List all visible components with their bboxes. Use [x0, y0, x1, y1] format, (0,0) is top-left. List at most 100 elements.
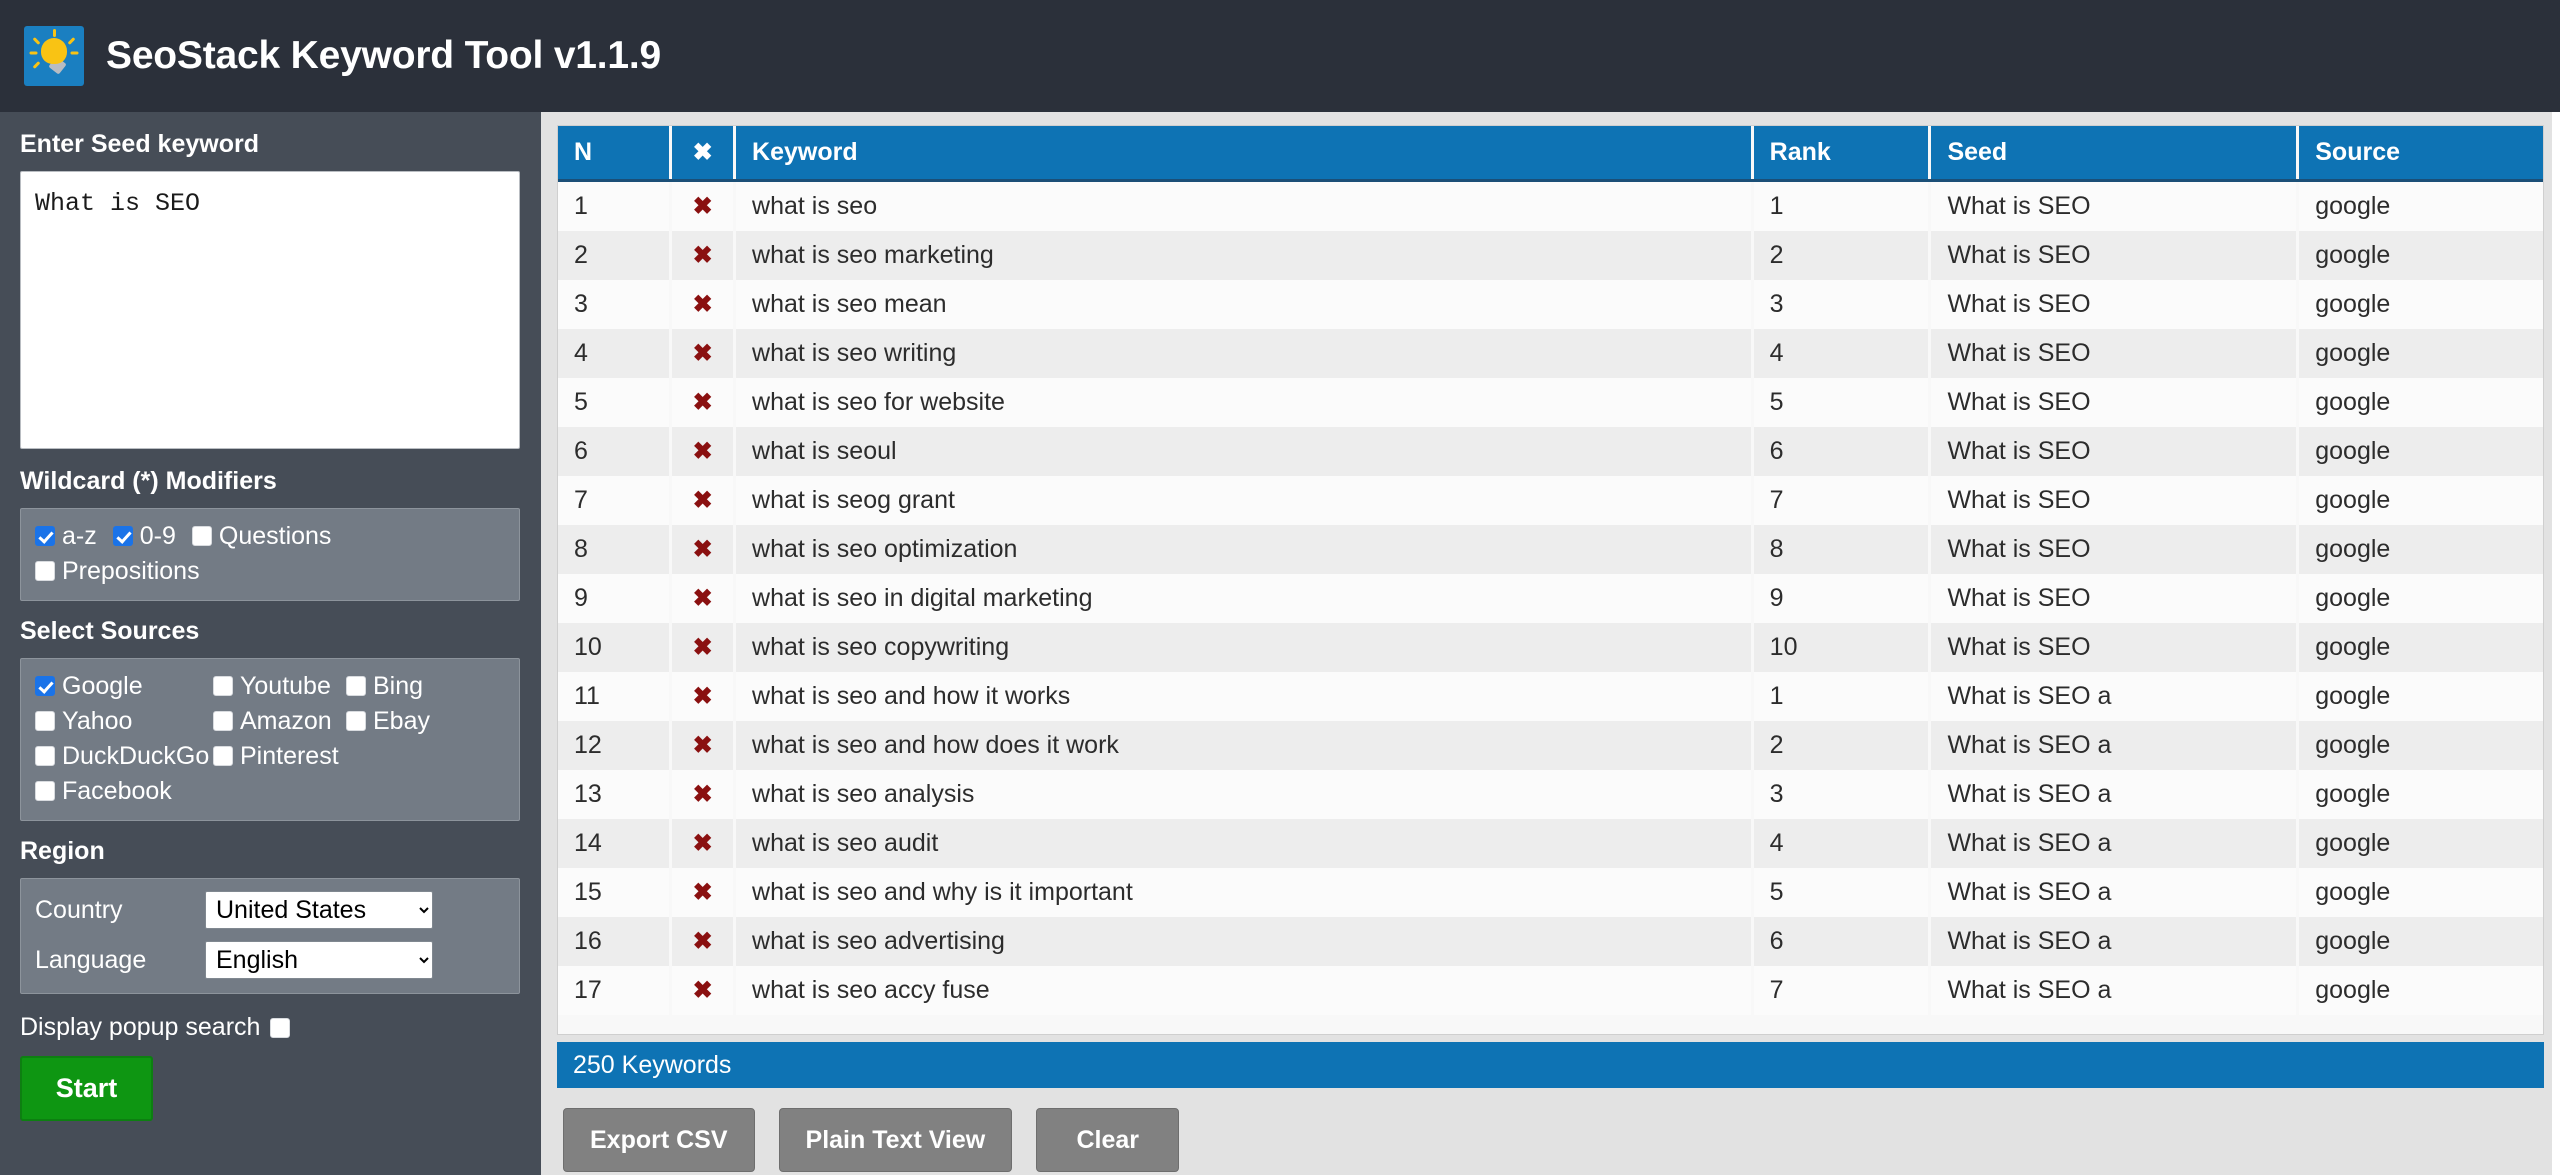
close-icon[interactable]: ✖: [693, 930, 713, 954]
checkbox-bing-box[interactable]: [346, 676, 366, 696]
checkbox-09[interactable]: 0-9: [112, 521, 176, 551]
close-icon[interactable]: ✖: [693, 538, 713, 562]
checkbox-google-box[interactable]: [35, 676, 55, 696]
display-popup-search-checkbox[interactable]: [270, 1017, 291, 1038]
close-icon[interactable]: ✖: [693, 293, 713, 317]
remove-row-button[interactable]: ✖: [670, 721, 737, 770]
remove-row-button[interactable]: ✖: [670, 329, 737, 378]
checkbox-duckduckgo-box[interactable]: [35, 746, 55, 766]
remove-row-button[interactable]: ✖: [670, 770, 737, 819]
remove-row-button[interactable]: ✖: [670, 819, 737, 868]
cell-keyword: what is seo and how it works: [734, 672, 1754, 721]
checkbox-ebay[interactable]: Ebay: [346, 706, 505, 736]
checkbox-yahoo[interactable]: Yahoo: [35, 706, 213, 736]
cell-rank: 9: [1752, 574, 1932, 623]
remove-row-button[interactable]: ✖: [670, 476, 737, 525]
remove-row-button[interactable]: ✖: [670, 180, 737, 231]
checkbox-facebook[interactable]: Facebook: [35, 776, 213, 806]
column-header-keyword[interactable]: Keyword: [734, 126, 1754, 182]
cell-seed: What is SEO: [1929, 329, 2300, 378]
cell-keyword: what is seo optimization: [734, 525, 1754, 574]
cell-n: 4: [558, 329, 673, 378]
checkbox-youtube[interactable]: Youtube: [213, 671, 346, 701]
close-icon[interactable]: ✖: [693, 141, 713, 165]
cell-seed: What is SEO: [1929, 427, 2300, 476]
checkbox-amazon-box[interactable]: [213, 711, 233, 731]
checkbox-az-box[interactable]: [35, 526, 55, 546]
checkbox-pinterest-box[interactable]: [213, 746, 233, 766]
table-row: 4 ✖ what is seo writing 4 What is SEO google: [558, 329, 2543, 378]
checkbox-yahoo-box[interactable]: [35, 711, 55, 731]
close-icon[interactable]: ✖: [693, 979, 713, 1003]
close-icon[interactable]: ✖: [693, 636, 713, 660]
close-icon[interactable]: ✖: [693, 440, 713, 464]
country-select[interactable]: United States: [205, 891, 433, 929]
close-icon[interactable]: ✖: [693, 244, 713, 268]
checkbox-duckduckgo[interactable]: DuckDuckGo: [35, 741, 213, 771]
table-header-row: N ✖ Keyword Rank Seed Source: [558, 126, 2543, 182]
close-icon[interactable]: ✖: [693, 391, 713, 415]
column-header-remove-all[interactable]: ✖: [670, 126, 737, 182]
remove-row-button[interactable]: ✖: [670, 574, 737, 623]
remove-row-button[interactable]: ✖: [670, 378, 737, 427]
export-csv-button[interactable]: Export CSV: [563, 1108, 755, 1172]
plain-text-view-button[interactable]: Plain Text View: [778, 1108, 1013, 1172]
column-header-n[interactable]: N: [558, 126, 673, 182]
remove-row-button[interactable]: ✖: [670, 427, 737, 476]
country-label: Country: [35, 895, 123, 924]
column-header-seed[interactable]: Seed: [1929, 126, 2300, 182]
start-button[interactable]: Start: [20, 1056, 153, 1121]
checkbox-youtube-box[interactable]: [213, 676, 233, 696]
column-header-rank[interactable]: Rank: [1752, 126, 1932, 182]
checkbox-09-box[interactable]: [112, 526, 133, 546]
close-icon[interactable]: ✖: [693, 734, 713, 758]
table-row: 6 ✖ what is seoul 6 What is SEO google: [558, 427, 2543, 476]
table-row: 7 ✖ what is seog grant 7 What is SEO google: [558, 476, 2543, 525]
checkbox-facebook-box[interactable]: [35, 781, 55, 801]
keyword-count-bar: 250 Keywords: [557, 1042, 2544, 1088]
close-icon[interactable]: ✖: [693, 685, 713, 709]
checkbox-questions-label: Questions: [218, 522, 332, 550]
close-icon[interactable]: ✖: [693, 832, 713, 856]
checkbox-prepositions-box[interactable]: [35, 561, 55, 581]
checkbox-pinterest[interactable]: Pinterest: [213, 741, 346, 771]
cell-seed: What is SEO a: [1929, 770, 2300, 819]
clear-button[interactable]: Clear: [1036, 1108, 1180, 1172]
close-icon[interactable]: ✖: [693, 881, 713, 905]
remove-row-button[interactable]: ✖: [670, 672, 737, 721]
cell-n: 15: [558, 868, 673, 917]
remove-row-button[interactable]: ✖: [670, 525, 737, 574]
checkbox-az[interactable]: a-z: [35, 521, 97, 551]
close-icon[interactable]: ✖: [693, 195, 713, 219]
cell-source: google: [2297, 231, 2543, 280]
close-icon[interactable]: ✖: [693, 342, 713, 366]
checkbox-amazon[interactable]: Amazon: [213, 706, 346, 736]
close-icon[interactable]: ✖: [693, 489, 713, 513]
cell-seed: What is SEO: [1929, 231, 2300, 280]
checkbox-bing[interactable]: Bing: [346, 671, 505, 701]
cell-n: 5: [558, 378, 673, 427]
seed-keyword-title: Enter Seed keyword: [20, 130, 259, 158]
column-header-source[interactable]: Source: [2297, 126, 2543, 182]
cell-n: 12: [558, 721, 673, 770]
remove-row-button[interactable]: ✖: [670, 280, 737, 329]
checkbox-ebay-box[interactable]: [346, 711, 366, 731]
keywords-table-container: N ✖ Keyword Rank Seed Source 1 ✖ what is s…: [557, 125, 2544, 1035]
remove-row-button[interactable]: ✖: [670, 917, 737, 966]
checkbox-google[interactable]: Google: [35, 671, 213, 701]
close-icon[interactable]: ✖: [693, 783, 713, 807]
display-popup-search-row[interactable]: Display popup search: [20, 994, 521, 1056]
remove-row-button[interactable]: ✖: [670, 966, 737, 1015]
remove-row-button[interactable]: ✖: [670, 231, 737, 280]
checkbox-questions[interactable]: Questions: [191, 521, 332, 551]
close-icon[interactable]: ✖: [693, 587, 713, 611]
language-select[interactable]: English: [205, 941, 433, 979]
seed-keyword-input[interactable]: [20, 171, 520, 449]
remove-row-button[interactable]: ✖: [670, 868, 737, 917]
cell-source: google: [2297, 819, 2543, 868]
checkbox-questions-box[interactable]: [191, 526, 212, 546]
cell-keyword: what is seoul: [734, 427, 1754, 476]
checkbox-duckduckgo-label: DuckDuckGo: [62, 742, 210, 770]
checkbox-prepositions[interactable]: Prepositions: [35, 556, 200, 586]
remove-row-button[interactable]: ✖: [670, 623, 737, 672]
